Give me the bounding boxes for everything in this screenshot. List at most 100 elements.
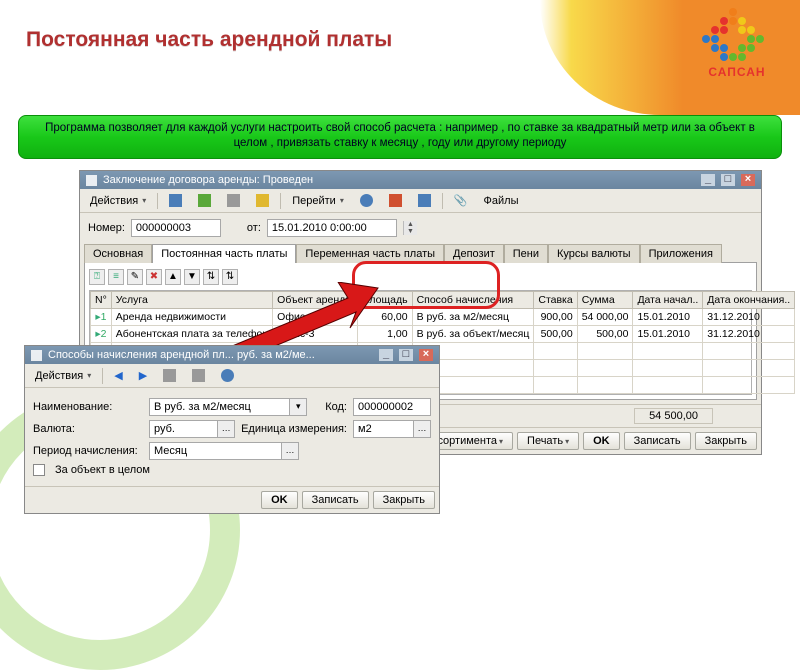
tab-3[interactable]: Депозит bbox=[444, 244, 504, 263]
grid-tool[interactable]: ▼ bbox=[184, 269, 200, 285]
code-input[interactable] bbox=[358, 401, 426, 413]
whole-object-label: За объект в целом bbox=[55, 464, 150, 476]
lookup-button[interactable]: … bbox=[217, 420, 235, 438]
maximize-button[interactable]: □ bbox=[721, 174, 735, 186]
cell[interactable]: В руб. за объект/месяц bbox=[412, 326, 534, 343]
cell[interactable]: Аренда недвижимости bbox=[111, 309, 272, 326]
tool-icon[interactable] bbox=[186, 367, 211, 384]
grid-tool[interactable]: ≡ bbox=[108, 269, 124, 285]
main-toolbar: Действия Перейти 📎 Файлы bbox=[80, 189, 761, 213]
tool-icon[interactable] bbox=[157, 367, 182, 384]
name-input[interactable] bbox=[154, 401, 285, 413]
tab-5[interactable]: Курсы валюты bbox=[548, 244, 640, 263]
cell[interactable]: В руб. за м2/месяц bbox=[412, 309, 534, 326]
currency-input[interactable] bbox=[154, 423, 213, 435]
brand-name: САПСАН bbox=[702, 65, 772, 79]
grid-tool[interactable]: ▲ bbox=[165, 269, 181, 285]
tool-icon[interactable] bbox=[412, 192, 437, 209]
cell[interactable]: ▸1 bbox=[91, 309, 112, 326]
sub-window-title: Способы начисления арендной пл... руб. з… bbox=[48, 349, 315, 361]
main-titlebar[interactable]: Заключение договора аренды: Проведен _ □… bbox=[80, 171, 761, 189]
cell[interactable]: 60,00 bbox=[357, 309, 412, 326]
cell[interactable]: Абонентская плата за телефон bbox=[111, 326, 272, 343]
actions-menu[interactable]: Действия bbox=[29, 368, 97, 384]
cell[interactable]: Офис-3 bbox=[273, 309, 358, 326]
save-button[interactable]: Записать bbox=[624, 432, 691, 450]
grid-tool[interactable]: ⇅ bbox=[222, 269, 238, 285]
cell[interactable]: Офис-3 bbox=[273, 326, 358, 343]
help-icon[interactable] bbox=[354, 192, 379, 209]
cell[interactable]: 15.01.2010 bbox=[633, 326, 703, 343]
grid-header[interactable]: Сумма bbox=[577, 292, 633, 309]
grid-header[interactable]: Ставка bbox=[534, 292, 577, 309]
actions-menu[interactable]: Действия bbox=[84, 193, 152, 209]
files-button[interactable]: Файлы bbox=[478, 193, 525, 209]
grid-header[interactable]: Способ начисления bbox=[412, 292, 534, 309]
grid-tool[interactable]: ✎ bbox=[127, 269, 143, 285]
period-input[interactable] bbox=[154, 445, 277, 457]
grid-header-row: N°УслугаОбъект арендыПлощадьСпособ начис… bbox=[91, 292, 795, 309]
main-window-title: Заключение договора аренды: Проведен bbox=[103, 174, 313, 186]
ok-button[interactable]: OK bbox=[261, 491, 298, 509]
tool-icon[interactable] bbox=[192, 192, 217, 209]
cell[interactable]: 15.01.2010 bbox=[633, 309, 703, 326]
minimize-button[interactable]: _ bbox=[701, 174, 715, 186]
grid-header[interactable]: N° bbox=[91, 292, 112, 309]
nav-next-icon[interactable]: ▶ bbox=[133, 367, 153, 384]
grid-header[interactable]: Дата начал.. bbox=[633, 292, 703, 309]
grid-header[interactable]: Услуга bbox=[111, 292, 272, 309]
cell[interactable]: 54 000,00 bbox=[577, 309, 633, 326]
tool-icon[interactable] bbox=[383, 192, 408, 209]
total-value: 54 500,00 bbox=[634, 408, 713, 424]
tab-1[interactable]: Постоянная часть платы bbox=[152, 244, 296, 263]
tool-icon[interactable] bbox=[221, 192, 246, 209]
cell[interactable]: 500,00 bbox=[577, 326, 633, 343]
goto-menu[interactable]: Перейти bbox=[286, 193, 350, 209]
unit-input[interactable] bbox=[358, 423, 409, 435]
table-row[interactable]: ▸1Аренда недвижимостиОфис-360,00В руб. з… bbox=[91, 309, 795, 326]
grid-header[interactable]: Площадь bbox=[357, 292, 412, 309]
sub-titlebar[interactable]: Способы начисления арендной пл... руб. з… bbox=[25, 346, 439, 364]
print-button[interactable]: Печать bbox=[517, 432, 579, 450]
maximize-button[interactable]: □ bbox=[399, 349, 413, 361]
cell[interactable]: ▸2 bbox=[91, 326, 112, 343]
grid-header[interactable]: Дата окончания.. bbox=[703, 292, 795, 309]
tab-6[interactable]: Приложения bbox=[640, 244, 722, 263]
close-button[interactable]: Закрыть bbox=[373, 491, 435, 509]
sub-toolbar: Действия ◀ ▶ bbox=[25, 364, 439, 388]
attach-icon[interactable]: 📎 bbox=[448, 192, 474, 209]
lookup-button[interactable]: … bbox=[413, 420, 431, 438]
tab-2[interactable]: Переменная часть платы bbox=[296, 244, 444, 263]
grid-tool[interactable]: ✖ bbox=[146, 269, 162, 285]
ok-button[interactable]: OK bbox=[583, 432, 620, 450]
method-window: Способы начисления арендной пл... руб. з… bbox=[24, 345, 440, 514]
cell[interactable]: 500,00 bbox=[534, 326, 577, 343]
tool-icon[interactable] bbox=[163, 192, 188, 209]
tab-4[interactable]: Пени bbox=[504, 244, 548, 263]
table-row[interactable]: ▸2Абонентская плата за телефонОфис-31,00… bbox=[91, 326, 795, 343]
close-button[interactable]: × bbox=[419, 349, 433, 361]
window-icon bbox=[31, 350, 42, 361]
cell[interactable]: 31.12.2010 bbox=[703, 309, 795, 326]
lookup-button[interactable]: … bbox=[281, 442, 299, 460]
cell[interactable]: 900,00 bbox=[534, 309, 577, 326]
date-spinner[interactable]: ▲▼ bbox=[403, 221, 417, 235]
number-input[interactable] bbox=[136, 222, 216, 234]
grid-header[interactable]: Объект аренды bbox=[273, 292, 358, 309]
whole-object-checkbox[interactable] bbox=[33, 464, 45, 476]
tab-0[interactable]: Основная bbox=[84, 244, 152, 263]
grid-tool[interactable]: ⍰ bbox=[89, 269, 105, 285]
close-button[interactable]: × bbox=[741, 174, 755, 186]
minimize-button[interactable]: _ bbox=[379, 349, 393, 361]
save-button[interactable]: Записать bbox=[302, 491, 369, 509]
close-button[interactable]: Закрыть bbox=[695, 432, 757, 450]
nav-prev-icon[interactable]: ◀ bbox=[108, 367, 128, 384]
header-form: Номер: от: ▲▼ bbox=[80, 213, 761, 243]
cell[interactable]: 1,00 bbox=[357, 326, 412, 343]
help-icon[interactable] bbox=[215, 367, 240, 384]
dropdown-button[interactable]: ▾ bbox=[289, 398, 307, 416]
cell[interactable]: 31.12.2010 bbox=[703, 326, 795, 343]
date-input[interactable] bbox=[272, 222, 392, 234]
grid-tool[interactable]: ⇅ bbox=[203, 269, 219, 285]
tool-icon[interactable] bbox=[250, 192, 275, 209]
